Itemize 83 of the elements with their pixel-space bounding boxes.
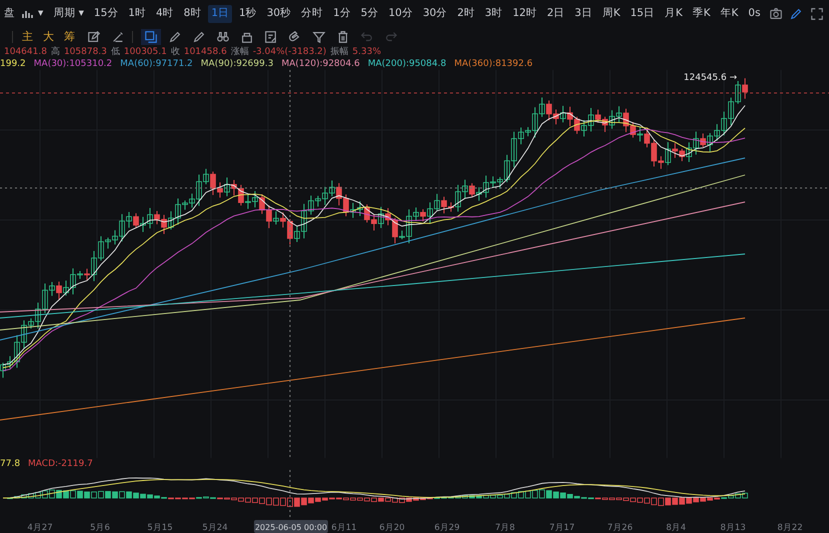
stat-label: 低 — [110, 46, 120, 58]
chart-type-dropdown[interactable]: ▾ — [19, 5, 46, 23]
stat-value: 104641.8 — [4, 46, 47, 58]
pencil-icon — [168, 30, 182, 44]
axis-label: 7月8 — [495, 523, 515, 533]
stat-label: 振幅 — [330, 46, 348, 58]
axis-label: 7月17 — [549, 523, 575, 533]
camera-button[interactable] — [767, 6, 784, 22]
binoculars-icon — [216, 30, 230, 44]
period-dropdown[interactable]: 周期 ▾ — [50, 5, 87, 23]
edit-box-icon — [87, 30, 101, 44]
interval-tab[interactable]: 年K — [717, 5, 742, 23]
bar-chart-icon — [22, 9, 34, 19]
trash-icon — [336, 30, 350, 44]
stat-value: 100305.1 — [124, 46, 167, 58]
timer-label: 0s — [747, 6, 762, 22]
interval-tab[interactable]: 3时 — [482, 5, 506, 23]
pen-icon — [192, 30, 206, 44]
magnet-icon — [288, 30, 302, 44]
stat-label: 高 — [50, 46, 60, 58]
layers-icon — [144, 30, 158, 44]
axis-label: 6月20 — [379, 523, 405, 533]
camera-icon — [768, 7, 783, 21]
interval-tab[interactable]: 1日 — [208, 5, 232, 23]
interval-tab[interactable]: 周K — [599, 5, 624, 23]
axis-label: 4月27 — [27, 523, 53, 533]
toolbar-label: 盘 — [4, 6, 15, 22]
interval-tab[interactable]: 30分 — [420, 5, 450, 23]
interval-tab[interactable]: 分时 — [298, 5, 326, 23]
layers-tool-button[interactable] — [141, 29, 161, 45]
price-marker: 124545.6 → — [684, 73, 737, 83]
indicator-value: MA(200):95084.8 — [368, 58, 446, 70]
interval-tab[interactable]: 2时 — [454, 5, 478, 23]
interval-tab[interactable]: 月K — [662, 5, 686, 23]
note-icon — [264, 30, 278, 44]
stat-value: 101458.6 — [184, 46, 227, 58]
interval-tab[interactable]: 15日 — [627, 5, 658, 23]
indicator-value: MA(60):97171.2 — [120, 58, 193, 70]
axis-label: 8月4 — [666, 523, 686, 533]
interval-tab[interactable]: 季K — [689, 5, 714, 23]
stat-value: 5.33% — [352, 46, 382, 58]
axis-label: 6月11 — [331, 523, 357, 533]
stat-value: -3.04%(-3183.2) — [252, 46, 326, 58]
axis-label: 8月22 — [777, 523, 803, 533]
interval-tab[interactable]: 1分 — [330, 5, 354, 23]
interval-tab[interactable]: 5分 — [358, 5, 382, 23]
indicator-button[interactable]: 大 — [38, 28, 59, 46]
axis-label: 5月15 — [147, 523, 173, 533]
interval-tab[interactable]: 10分 — [385, 5, 416, 23]
axis-label: 5月24 — [202, 523, 228, 533]
undo-icon — [360, 30, 374, 44]
indicator-value: MA(120):92804.6 — [281, 58, 360, 70]
indicator-button[interactable]: 主 — [17, 28, 38, 46]
interval-tab[interactable]: 30秒 — [264, 5, 294, 23]
indicator-value: 77.8 — [0, 458, 20, 470]
axis-label: 6月29 — [434, 523, 460, 533]
stat-value: 105878.3 — [64, 46, 107, 58]
interval-tab[interactable]: 2日 — [544, 5, 568, 23]
brush-icon — [111, 30, 125, 44]
interval-tab[interactable]: 1时 — [125, 5, 149, 23]
axis-label: 7月26 — [607, 523, 633, 533]
filter-icon — [312, 30, 326, 44]
indicator-value: 199.2 — [0, 58, 26, 70]
redo-icon — [384, 30, 398, 44]
axis-label: 5月6 — [90, 523, 110, 533]
indicator-value: MACD:-2119.7 — [28, 458, 93, 470]
indicator-value: MA(30):105310.2 — [34, 58, 112, 70]
interval-tab[interactable]: 15分 — [90, 5, 122, 23]
stat-label: 涨幅 — [230, 46, 249, 58]
indicator-value: MA(360):81392.6 — [454, 58, 533, 70]
indicator-button[interactable]: 筹 — [59, 28, 80, 46]
interval-tab[interactable]: 12时 — [510, 5, 540, 23]
fullscreen-icon — [810, 7, 824, 21]
interval-tab[interactable]: 4时 — [152, 5, 177, 23]
interval-tab[interactable]: 1秒 — [236, 5, 260, 23]
axis-label: 8月13 — [720, 523, 746, 533]
fullscreen-button[interactable] — [808, 6, 826, 22]
indicator-value: MA(90):92699.3 — [200, 58, 274, 70]
interval-tab[interactable]: 3日 — [572, 5, 596, 23]
stat-label: 收 — [170, 46, 180, 58]
interval-tab[interactable]: 8时 — [180, 5, 204, 23]
pen-icon — [789, 7, 804, 21]
crosshair-date-label: 2025-06-05 00:00 — [254, 520, 328, 533]
